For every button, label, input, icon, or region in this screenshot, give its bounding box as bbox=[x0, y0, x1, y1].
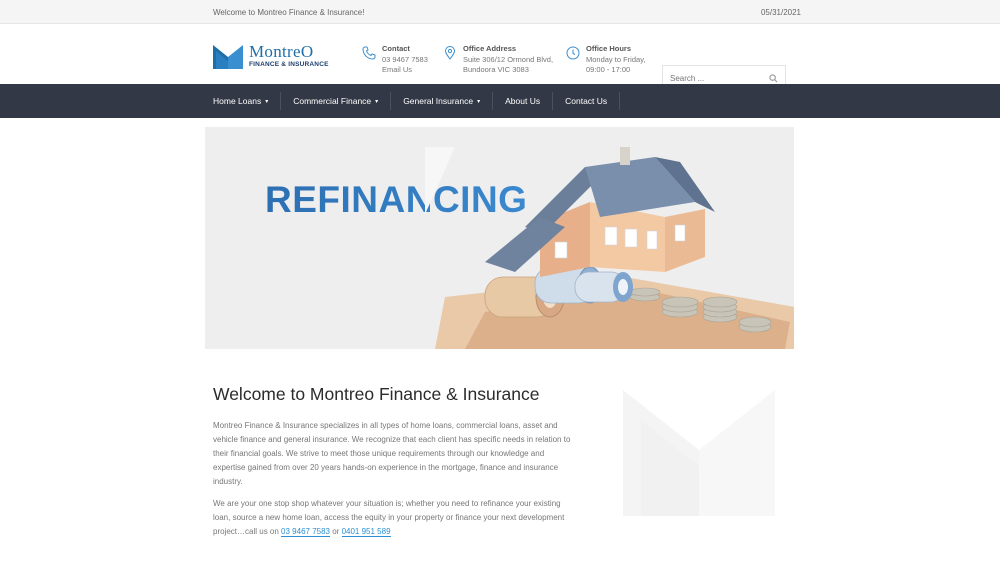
site-logo[interactable]: MontreO FINANCE & INSURANCE bbox=[213, 43, 329, 69]
house-money-illustration bbox=[425, 147, 794, 349]
contact-phone[interactable]: 03 9467 7583 bbox=[382, 55, 428, 65]
search-icon[interactable] bbox=[769, 73, 778, 83]
hours-line1: Monday to Friday, bbox=[586, 55, 646, 64]
or-text: or bbox=[332, 527, 340, 536]
nav-item-general-insurance[interactable]: General Insurance ▾ bbox=[391, 92, 494, 110]
contact-email-link[interactable]: Email Us bbox=[382, 65, 428, 75]
phone-link-1[interactable]: 03 9467 7583 bbox=[281, 527, 330, 537]
search-input[interactable] bbox=[670, 73, 769, 83]
nav-label: General Insurance bbox=[403, 96, 474, 106]
logo-subtitle: FINANCE & INSURANCE bbox=[249, 61, 329, 69]
nav-label: Home Loans bbox=[213, 96, 262, 106]
logo-name: MontreO bbox=[249, 42, 314, 62]
services-paragraph: We are your one stop shop whatever your … bbox=[213, 497, 578, 539]
chevron-down-icon: ▾ bbox=[265, 98, 269, 105]
nav-label: Contact Us bbox=[565, 96, 608, 106]
phone-link-2[interactable]: 0401 951 589 bbox=[341, 527, 391, 537]
office-line2: Bundoora VIC 3083 bbox=[463, 65, 529, 74]
intro-paragraph: Montreo Finance & Insurance specializes … bbox=[213, 421, 571, 486]
hours-title: Office Hours bbox=[586, 44, 632, 53]
office-hours-info: Office Hours Monday to Friday, 09:00 - 1… bbox=[566, 44, 645, 75]
nav-item-commercial-finance[interactable]: Commercial Finance ▾ bbox=[281, 92, 392, 110]
hours-line2: 09:00 - 17:00 bbox=[586, 65, 631, 74]
logo-m-icon bbox=[213, 45, 243, 69]
chevron-down-icon: ▾ bbox=[375, 98, 379, 105]
date-text: 05/31/2021 bbox=[760, 7, 801, 17]
nav-label: About Us bbox=[505, 96, 541, 106]
office-line1: Suite 306/12 Ormond Blvd, bbox=[463, 55, 554, 64]
site-header: MontreO FINANCE & INSURANCE Contact 03 9… bbox=[0, 24, 1000, 91]
logo-watermark bbox=[623, 390, 775, 516]
main-nav: Home Loans ▾ Commercial Finance ▾ General … bbox=[0, 84, 1000, 118]
clock-icon bbox=[566, 46, 580, 60]
top-bar: Welcome to Montreo Finance & Insurance! … bbox=[0, 0, 1000, 24]
welcome-text: Welcome to Montreo Finance & Insurance! bbox=[213, 7, 365, 17]
map-pin-icon bbox=[444, 46, 456, 60]
welcome-section: Welcome to Montreo Finance & Insurance M… bbox=[213, 384, 578, 547]
phone-icon bbox=[362, 46, 376, 60]
nav-label: Commercial Finance bbox=[293, 96, 372, 106]
chevron-down-icon: ▾ bbox=[477, 98, 481, 105]
nav-item-about-us[interactable]: About Us bbox=[493, 92, 554, 110]
nav-item-contact-us[interactable]: Contact Us bbox=[553, 92, 621, 110]
office-title: Office Address bbox=[463, 44, 517, 53]
nav-item-home-loans[interactable]: Home Loans ▾ bbox=[201, 92, 282, 110]
page-title: Welcome to Montreo Finance & Insurance bbox=[213, 384, 540, 404]
office-address-info: Office Address Suite 306/12 Ormond Blvd,… bbox=[443, 44, 553, 75]
contact-title: Contact bbox=[382, 44, 410, 53]
contact-info: Contact 03 9467 7583 Email Us bbox=[362, 44, 428, 75]
hero-banner: REFINANCING bbox=[205, 127, 794, 349]
